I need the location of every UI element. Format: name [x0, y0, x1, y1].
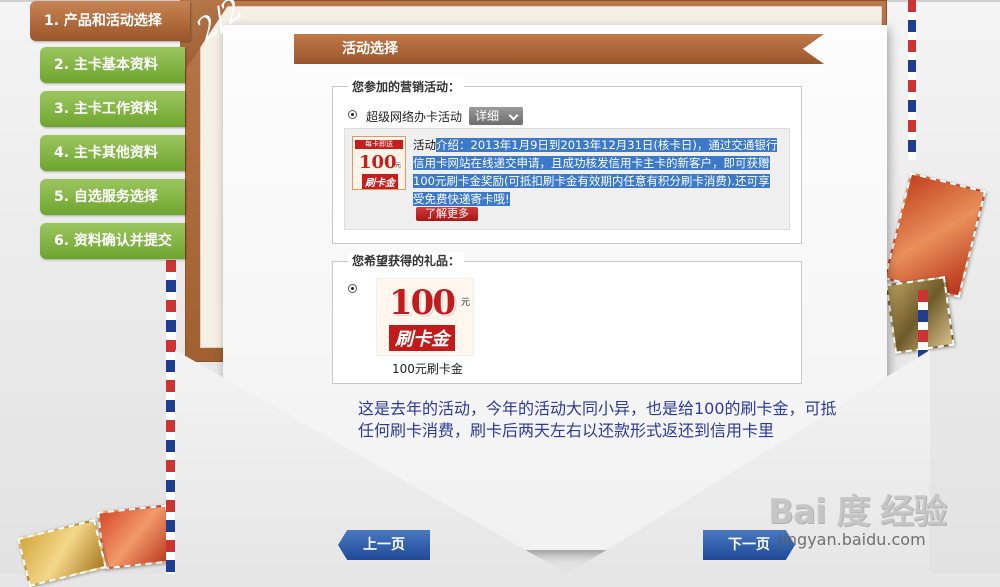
annotation-text: 这是去年的活动，今年的活动大同小异，也是给100的刷卡金，可抵任何刷卡消费，刷卡…	[358, 399, 837, 440]
watermark-logo: Bai 度 经验	[768, 492, 947, 532]
watermark-url: jingyan.baidu.com	[778, 530, 926, 549]
dropdown-value: 详细	[475, 109, 500, 123]
gift-card-text: 刷卡金	[389, 325, 455, 351]
description-highlight: 介绍：2013年1月9日到2013年12月31日(核卡日)，通过交通银行信用卡网…	[413, 138, 778, 206]
promo-card-text: 刷卡金	[362, 174, 398, 189]
prev-page-button[interactable]: 上一页	[338, 530, 430, 560]
airmail-stripe-left	[166, 260, 176, 574]
baidu-watermark: Bai 度 经验 jingyan.baidu.com	[768, 478, 990, 568]
activity-option-label[interactable]: 超级网络办卡活动	[366, 108, 462, 125]
stamp-bottom-left	[97, 504, 173, 570]
activity-detail-dropdown[interactable]: 详细	[469, 107, 523, 125]
sidebar-item-product-activity[interactable]: 1. 产品和活动选择	[30, 1, 190, 41]
activity-description: 活动介绍：2013年1月9日到2013年12月31日(核卡日)，通过交通银行信用…	[413, 136, 781, 208]
sidebar-item-optional-services[interactable]: 5. 自选服务选择	[40, 179, 185, 215]
gift-caption: 100元刷卡金	[392, 362, 463, 376]
chevron-down-icon	[508, 110, 519, 121]
activity-legend: 您参加的营销活动：	[348, 78, 465, 95]
description-prefix: 活动	[413, 138, 436, 152]
sidebar-item-work-info[interactable]: 3. 主卡工作资料	[40, 91, 185, 127]
gift-unit: 元	[461, 298, 471, 308]
sidebar-item-basic-info[interactable]: 2. 主卡基本资料	[40, 47, 185, 83]
activity-radio[interactable]	[348, 110, 357, 119]
promo-tag: 每卡即送	[355, 140, 403, 149]
promo-amount: 100	[359, 152, 397, 173]
gift-amount: 100	[389, 283, 456, 323]
section-title-banner: 活动选择	[294, 34, 824, 64]
sidebar-item-confirm-submit[interactable]: 6. 资料确认并提交	[40, 223, 185, 259]
gift-image[interactable]: 100 元 刷卡金	[376, 278, 474, 356]
sidebar-item-other-info[interactable]: 4. 主卡其他资料	[40, 135, 185, 171]
gift-legend: 您希望获得的礼品：	[348, 252, 465, 269]
promo-unit: 元	[395, 162, 402, 169]
gift-radio[interactable]	[348, 284, 357, 293]
promo-image: 每卡即送 100 元 刷卡金	[352, 136, 406, 190]
learn-more-button[interactable]: 了解更多	[416, 207, 478, 221]
airmail-stripe-top-right	[908, 0, 916, 160]
